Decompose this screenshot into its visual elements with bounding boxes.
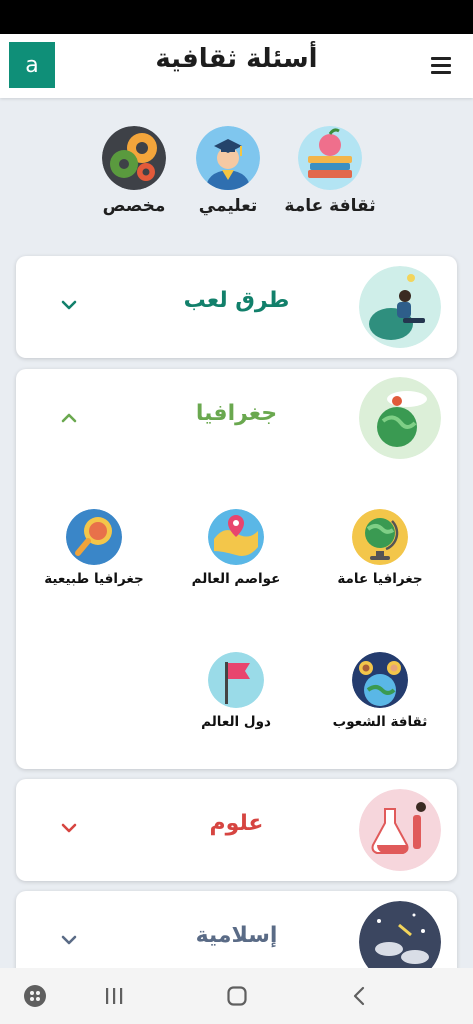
subcategory-label: عواصم العالم bbox=[191, 571, 281, 587]
hamburger-menu-icon[interactable] bbox=[431, 57, 451, 74]
category-educational[interactable]: تعليمي bbox=[178, 126, 278, 216]
chevron-up-icon[interactable] bbox=[58, 407, 80, 429]
chevron-down-icon[interactable] bbox=[58, 929, 80, 951]
apps-icon[interactable] bbox=[21, 982, 49, 1010]
category-general-culture[interactable]: ثقافة عامة bbox=[280, 126, 380, 216]
avatar[interactable]: a bbox=[9, 42, 55, 88]
subcategory-label: جغرافيا طبيعية bbox=[44, 571, 144, 587]
home-icon[interactable] bbox=[223, 982, 251, 1010]
section-title: إسلامية bbox=[195, 923, 278, 948]
desk-globe-icon bbox=[352, 509, 408, 565]
page-title: أسئلة ثقافية bbox=[155, 44, 318, 74]
category-label: تعليمي bbox=[198, 196, 258, 216]
section-header[interactable]: طرق لعب bbox=[16, 256, 457, 358]
back-icon[interactable] bbox=[346, 982, 374, 1010]
subcategory-label: جغرافيا عامة bbox=[337, 571, 423, 587]
section-title: علوم bbox=[209, 811, 264, 836]
books-apple-icon bbox=[298, 126, 362, 190]
map-pin-icon bbox=[208, 509, 264, 565]
section-header[interactable]: علوم bbox=[16, 779, 457, 881]
graduate-icon bbox=[196, 126, 260, 190]
category-custom[interactable]: مخصص bbox=[84, 126, 184, 216]
section-card-geography[interactable]: جغرافيا جغرافيا عامة عواصم العالم جغرافي… bbox=[16, 369, 457, 769]
section-title: طرق لعب bbox=[183, 288, 290, 313]
subcategory-label: دول العالم bbox=[201, 714, 271, 730]
subcategory-label: ثقافة الشعوب bbox=[332, 714, 428, 730]
subcategory-physical-geography[interactable]: جغرافيا طبيعية bbox=[24, 509, 164, 587]
section-header[interactable]: جغرافيا bbox=[16, 369, 457, 471]
section-title: جغرافيا bbox=[195, 401, 278, 426]
subcategory-general-geography[interactable]: جغرافيا عامة bbox=[310, 509, 450, 587]
category-label: مخصص bbox=[102, 196, 166, 216]
subcategory-world-countries[interactable]: دول العالم bbox=[166, 652, 306, 730]
app-bar: a أسئلة ثقافية bbox=[0, 34, 473, 98]
section-card-play-modes[interactable]: طرق لعب bbox=[16, 256, 457, 358]
system-navigation-bar bbox=[0, 968, 473, 1024]
category-label: ثقافة عامة bbox=[284, 196, 376, 216]
magnifier-earth-icon bbox=[66, 509, 122, 565]
section-card-science[interactable]: علوم bbox=[16, 779, 457, 881]
chevron-down-icon[interactable] bbox=[58, 294, 80, 316]
flag-icon bbox=[208, 652, 264, 708]
subcategory-world-capitals[interactable]: عواصم العالم bbox=[166, 509, 306, 587]
chevron-down-icon[interactable] bbox=[58, 817, 80, 839]
gears-icon bbox=[102, 126, 166, 190]
status-bar bbox=[0, 0, 473, 34]
people-earth-icon bbox=[352, 652, 408, 708]
recent-apps-icon[interactable] bbox=[100, 982, 128, 1010]
subcategory-peoples-culture[interactable]: ثقافة الشعوب bbox=[310, 652, 450, 730]
